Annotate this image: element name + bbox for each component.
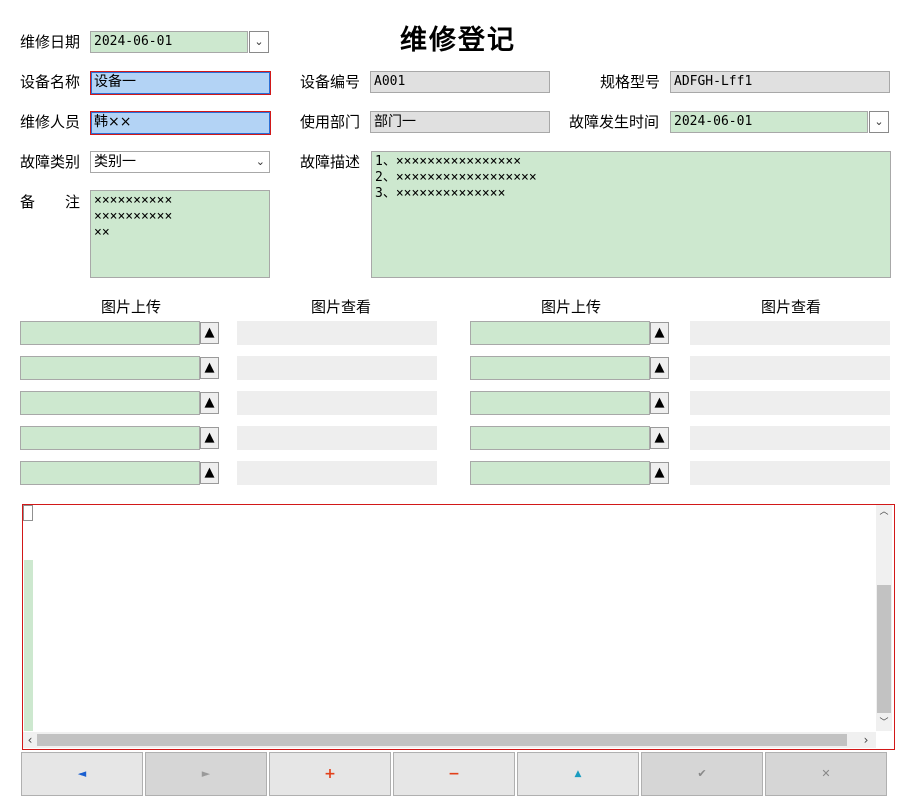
image-view-box[interactable] xyxy=(237,391,437,415)
page-title: 维修登记 xyxy=(400,25,516,56)
remark-label: 备 注 xyxy=(20,193,81,211)
image-upload-field[interactable] xyxy=(20,461,200,485)
device-no-label: 设备编号 xyxy=(300,73,361,91)
image-view-box[interactable] xyxy=(237,461,437,485)
cancel-button[interactable]: ✕ xyxy=(765,752,887,796)
image-upload-field[interactable] xyxy=(470,356,650,380)
fault-desc-label: 故障描述 xyxy=(300,153,361,171)
image-upload-field[interactable] xyxy=(20,391,200,415)
next-record-button[interactable]: ► xyxy=(145,752,267,796)
image-upload-field[interactable] xyxy=(470,321,650,345)
grid-column-strip xyxy=(24,560,33,731)
upload-icon[interactable]: ▲ xyxy=(200,427,219,449)
upload-icon[interactable]: ▲ xyxy=(650,357,669,379)
confirm-button[interactable]: ✔ xyxy=(641,752,763,796)
chevron-down-icon: ⌄ xyxy=(254,35,264,48)
move-up-button[interactable]: ▲ xyxy=(517,752,639,796)
fault-time-dropdown-button[interactable]: ⌄ xyxy=(869,111,889,133)
add-record-button[interactable]: + xyxy=(269,752,391,796)
image-view-header-right: 图片查看 xyxy=(760,298,821,316)
image-view-box[interactable] xyxy=(690,356,890,380)
prev-record-button[interactable]: ◄ xyxy=(21,752,143,796)
image-view-box[interactable] xyxy=(690,426,890,450)
upload-icon[interactable]: ▲ xyxy=(650,462,669,484)
repairer-label: 维修人员 xyxy=(20,113,81,131)
image-view-box[interactable] xyxy=(237,356,437,380)
minus-icon: − xyxy=(448,766,460,782)
scroll-up-icon[interactable]: ︿ xyxy=(876,505,892,519)
image-upload-field[interactable] xyxy=(20,356,200,380)
plus-icon: + xyxy=(324,766,336,782)
vertical-scrollbar-thumb[interactable] xyxy=(877,585,891,713)
fault-type-label: 故障类别 xyxy=(20,153,81,171)
fault-time-field[interactable]: 2024-06-01 xyxy=(670,111,868,133)
upload-icon[interactable]: ▲ xyxy=(200,322,219,344)
image-upload-field[interactable] xyxy=(470,461,650,485)
horizontal-scrollbar-thumb[interactable] xyxy=(37,734,847,746)
arrow-right-icon: ► xyxy=(201,767,211,780)
fault-time-label: 故障发生时间 xyxy=(569,113,660,131)
device-name-field[interactable]: 设备一 xyxy=(90,71,271,95)
image-view-box[interactable] xyxy=(237,426,437,450)
image-view-box[interactable] xyxy=(237,321,437,345)
repairer-field[interactable]: 韩×× xyxy=(90,111,271,135)
repair-date-label: 维修日期 xyxy=(20,33,81,51)
repair-date-dropdown-button[interactable]: ⌄ xyxy=(249,31,269,53)
image-upload-field[interactable] xyxy=(470,426,650,450)
close-icon: ✕ xyxy=(821,767,831,780)
upload-icon[interactable]: ▲ xyxy=(650,322,669,344)
grid-record-selector[interactable] xyxy=(23,505,33,521)
chevron-down-icon: ⌄ xyxy=(255,155,265,168)
image-view-header-left: 图片查看 xyxy=(310,298,371,316)
image-upload-field[interactable] xyxy=(20,426,200,450)
department-label: 使用部门 xyxy=(300,113,361,131)
upload-icon[interactable]: ▲ xyxy=(650,427,669,449)
spec-model-label: 规格型号 xyxy=(600,73,661,91)
device-name-label: 设备名称 xyxy=(20,73,81,91)
device-no-field[interactable]: A001 xyxy=(370,71,550,93)
fault-type-select[interactable]: 类别一 ⌄ xyxy=(90,151,270,173)
upload-icon[interactable]: ▲ xyxy=(200,462,219,484)
image-upload-header-left: 图片上传 xyxy=(100,298,161,316)
vertical-scrollbar[interactable]: ︿ ﹀ xyxy=(876,505,892,731)
image-view-box[interactable] xyxy=(690,391,890,415)
delete-record-button[interactable]: − xyxy=(393,752,515,796)
upload-icon[interactable]: ▲ xyxy=(650,392,669,414)
department-field[interactable]: 部门一 xyxy=(370,111,550,133)
repair-date-field[interactable]: 2024-06-01 xyxy=(90,31,248,53)
spec-model-field[interactable]: ADFGH-Lff1 xyxy=(670,71,890,93)
records-grid[interactable]: ︿ ﹀ ‹ › xyxy=(22,504,895,750)
triangle-up-icon: ▲ xyxy=(574,769,582,779)
horizontal-scrollbar[interactable]: ‹ › xyxy=(23,732,876,748)
scroll-down-icon[interactable]: ﹀ xyxy=(876,716,892,730)
image-view-box[interactable] xyxy=(690,321,890,345)
image-upload-header-right: 图片上传 xyxy=(540,298,601,316)
image-view-box[interactable] xyxy=(690,461,890,485)
chevron-down-icon: ⌄ xyxy=(874,115,884,128)
upload-icon[interactable]: ▲ xyxy=(200,392,219,414)
arrow-left-icon: ◄ xyxy=(77,767,87,780)
scroll-left-icon[interactable]: ‹ xyxy=(23,732,37,748)
check-icon: ✔ xyxy=(697,767,707,780)
upload-icon[interactable]: ▲ xyxy=(200,357,219,379)
fault-type-value: 类别一 xyxy=(94,154,136,170)
fault-desc-textarea[interactable]: 1、×××××××××××××××× 2、×××××××××××××××××× … xyxy=(371,151,891,278)
image-upload-field[interactable] xyxy=(470,391,650,415)
image-upload-field[interactable] xyxy=(20,321,200,345)
remark-textarea[interactable]: ×××××××××× ×××××××××× ×× xyxy=(90,190,270,278)
scroll-right-icon[interactable]: › xyxy=(859,732,873,748)
